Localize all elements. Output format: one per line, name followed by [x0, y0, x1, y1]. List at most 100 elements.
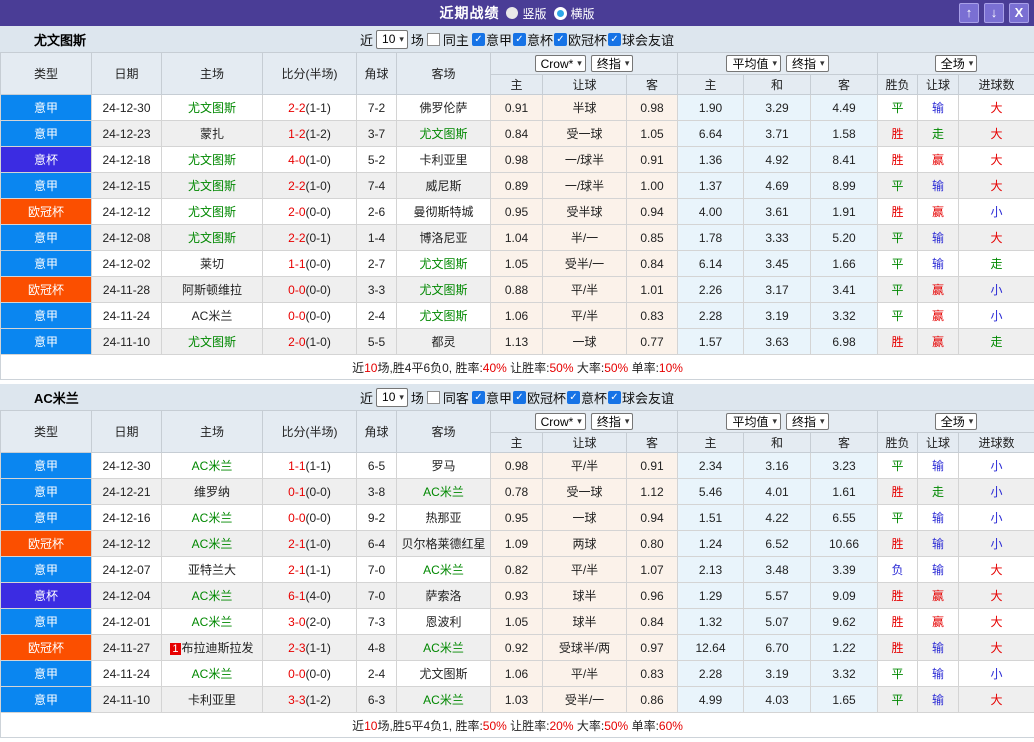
- close-button[interactable]: X: [1009, 3, 1029, 23]
- league-checkbox[interactable]: ✓: [472, 33, 485, 46]
- league-checkbox[interactable]: ✓: [567, 391, 580, 404]
- goals-cell: 小: [959, 277, 1034, 303]
- rounds-select[interactable]: 10▾: [376, 388, 408, 407]
- league-cell: 意甲: [1, 687, 92, 713]
- date-cell: 24-12-04: [92, 583, 162, 609]
- odds-home-cell: 1.06: [491, 303, 543, 329]
- odds-home-cell: 0.82: [491, 557, 543, 583]
- summary-segment: 让胜率:: [507, 361, 550, 375]
- avg-home-cell: 1.36: [678, 147, 744, 173]
- radio-unselected-icon[interactable]: [554, 7, 567, 20]
- avg-final-select[interactable]: 终指▾: [786, 413, 829, 430]
- corner-cell: 6-4: [357, 531, 397, 557]
- layout-radio-vertical[interactable]: 竖版: [506, 5, 546, 22]
- league-label: 欧冠杯: [527, 388, 566, 407]
- corner-cell: 1-4: [357, 225, 397, 251]
- handicap-result-cell: 输: [918, 173, 959, 199]
- league-checkbox[interactable]: ✓: [608, 391, 621, 404]
- result-cell: 胜: [878, 147, 918, 173]
- odds-final-select[interactable]: 终指▾: [591, 413, 634, 430]
- avg-home-cell: 6.14: [678, 251, 744, 277]
- league-cell: 欧冠杯: [1, 531, 92, 557]
- summary-segment: 50%: [550, 361, 574, 375]
- summary-row: 近10场,胜5平4负1, 胜率:50% 让胜率:20% 大率:50% 单率:60…: [1, 713, 1034, 738]
- league-cell: 欧冠杯: [1, 277, 92, 303]
- league-cell: 意甲: [1, 121, 92, 147]
- avg-source-select[interactable]: 平均值▾: [726, 413, 781, 430]
- goals-cell: 大: [959, 173, 1034, 199]
- date-cell: 24-11-10: [92, 687, 162, 713]
- score-cell: 6-1(4-0): [263, 583, 357, 609]
- same-venue-checkbox[interactable]: [427, 391, 440, 404]
- odds-home-cell: 0.92: [491, 635, 543, 661]
- result-cell: 胜: [878, 609, 918, 635]
- league-cell: 意杯: [1, 583, 92, 609]
- handicap-cell: 受半/一: [543, 251, 627, 277]
- handicap-cell: 受一球: [543, 479, 627, 505]
- avg-source-select[interactable]: 平均值▾: [726, 55, 781, 72]
- away-team-cell: 尤文图斯: [397, 661, 491, 687]
- result-cell: 平: [878, 173, 918, 199]
- avg-home-cell: 5.46: [678, 479, 744, 505]
- col-header-goals: 进球数: [959, 75, 1034, 95]
- league-checkbox[interactable]: ✓: [472, 391, 485, 404]
- avg-draw-cell: 3.17: [744, 277, 811, 303]
- filter-bar: AC米兰 近 10▾ 场 同客 ✓意甲✓欧冠杯✓意杯✓球会友谊: [0, 384, 1034, 410]
- rounds-select[interactable]: 10▾: [376, 30, 408, 49]
- corner-cell: 7-4: [357, 173, 397, 199]
- odds-home-cell: 1.13: [491, 329, 543, 355]
- odds-source-select[interactable]: Crow*▾: [535, 413, 586, 430]
- league-checkbox[interactable]: ✓: [513, 33, 526, 46]
- avg-home-cell: 1.78: [678, 225, 744, 251]
- layout-radio-horizontal[interactable]: 横版: [554, 5, 595, 22]
- avg-home-cell: 1.37: [678, 173, 744, 199]
- corner-cell: 5-5: [357, 329, 397, 355]
- avg-draw-cell: 5.07: [744, 609, 811, 635]
- league-checkbox[interactable]: ✓: [513, 391, 526, 404]
- col-header-type: 类型: [1, 53, 92, 95]
- col-header-avg-home: 主: [678, 433, 744, 453]
- avg-away-cell: 3.32: [811, 661, 878, 687]
- odds-home-cell: 0.95: [491, 505, 543, 531]
- match-row: 欧冠杯24-12-12尤文图斯2-0(0-0)2-6曼彻斯特城0.95受半球0.…: [1, 199, 1034, 225]
- avg-draw-cell: 3.16: [744, 453, 811, 479]
- col-header-away: 客场: [397, 411, 491, 453]
- odds-group-header: Crow*▾ 终指▾: [491, 53, 678, 75]
- chevron-down-icon: ▾: [969, 59, 974, 68]
- match-row: 欧冠杯24-11-28阿斯顿维拉0-0(0-0)3-3尤文图斯0.88平/半1.…: [1, 277, 1034, 303]
- scope-select[interactable]: 全场▾: [935, 413, 978, 430]
- match-row: 意甲24-12-21维罗纳0-1(0-0)3-8AC米兰0.78受一球1.125…: [1, 479, 1034, 505]
- avg-home-cell: 1.32: [678, 609, 744, 635]
- scope-select[interactable]: 全场▾: [935, 55, 978, 72]
- score-cell: 2-1(1-1): [263, 557, 357, 583]
- handicap-result-cell: 走: [918, 479, 959, 505]
- goals-cell: 小: [959, 661, 1034, 687]
- avg-draw-cell: 4.92: [744, 147, 811, 173]
- summary-segment: 10: [364, 719, 377, 733]
- avg-final-select[interactable]: 终指▾: [786, 55, 829, 72]
- corner-cell: 6-5: [357, 453, 397, 479]
- league-cell: 意甲: [1, 505, 92, 531]
- home-team-cell: 尤文图斯: [162, 199, 263, 225]
- odds-final-select[interactable]: 终指▾: [591, 55, 634, 72]
- radio-selected-icon[interactable]: [506, 7, 518, 19]
- near-label: 近: [360, 388, 373, 407]
- home-team-cell: 卡利亚里: [162, 687, 263, 713]
- league-checkbox[interactable]: ✓: [554, 33, 567, 46]
- summary-segment: 大率:: [574, 361, 605, 375]
- same-venue-checkbox[interactable]: [427, 33, 440, 46]
- away-team-cell: 都灵: [397, 329, 491, 355]
- score-cell: 1-1(1-1): [263, 453, 357, 479]
- odds-away-cell: 0.83: [627, 661, 678, 687]
- team-section: 尤文图斯 近 10▾ 场 同主 ✓意甲✓意杯✓欧冠杯✓球会友谊: [0, 26, 1034, 380]
- move-up-button[interactable]: ↑: [959, 3, 979, 23]
- avg-away-cell: 6.98: [811, 329, 878, 355]
- league-checkbox[interactable]: ✓: [608, 33, 621, 46]
- avg-draw-cell: 4.03: [744, 687, 811, 713]
- scope-group-header: 全场▾: [878, 53, 1034, 75]
- odds-source-select[interactable]: Crow*▾: [535, 55, 586, 72]
- home-team-cell: AC米兰: [162, 303, 263, 329]
- move-down-button[interactable]: ↓: [984, 3, 1004, 23]
- result-cell: 胜: [878, 329, 918, 355]
- summary-segment: 场,胜5平4负1, 胜率:: [377, 719, 482, 733]
